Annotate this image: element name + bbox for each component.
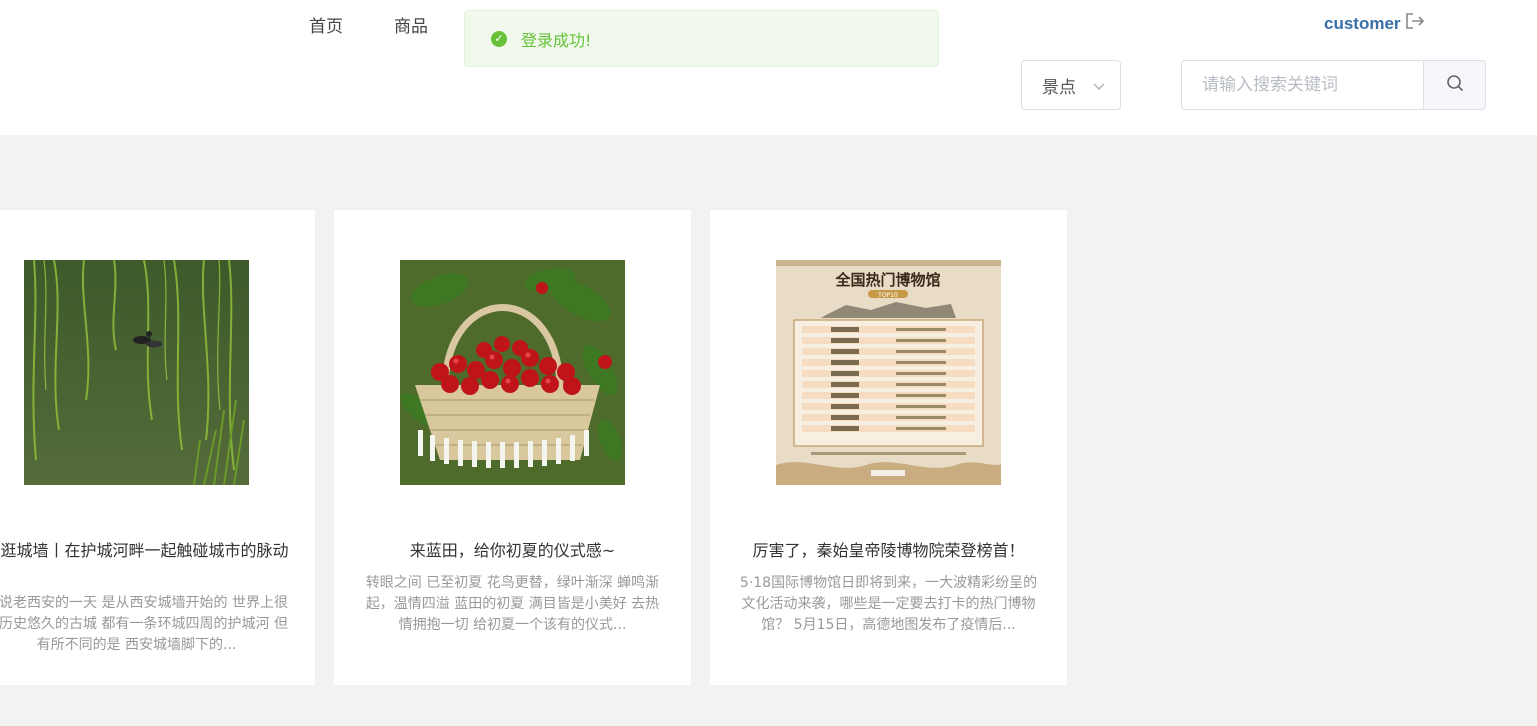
card-image-cherries[interactable]: [400, 260, 625, 485]
search-button[interactable]: [1423, 61, 1485, 109]
category-select-value: 景点: [1042, 77, 1076, 98]
username: customer: [1324, 13, 1401, 33]
logout-icon[interactable]: [1401, 12, 1425, 35]
nav-home[interactable]: 首页: [309, 12, 343, 37]
user-logout-link[interactable]: customer: [1324, 12, 1425, 35]
search-icon: [1446, 74, 1464, 96]
card-image-museum-poster[interactable]: 全国热门博物馆 TOP10: [776, 260, 1001, 485]
card-description: 人说老西安的一天 是从西安城墙开始的 世界上很多历史悠久的古城 都有一条环城四周…: [0, 595, 288, 653]
article-card[interactable]: 东逛城墙丨在护城河畔一起触碰城市的脉动 人说老西安的一天 是从西安城墙开始的 世…: [0, 210, 315, 685]
card-title[interactable]: 东逛城墙丨在护城河畔一起触碰城市的脉动: [0, 540, 295, 562]
article-card[interactable]: 全国热门博物馆 TOP10 厉害了，秦始皇帝陵博物院荣登榜首！ 5·18国际博物…: [710, 210, 1067, 685]
success-toast: ✓ 登录成功!: [464, 10, 939, 67]
card-description: 5·18国际博物馆日即将到来，一大波精彩纷呈的文化活动来袭，哪些是一定要去打卡的…: [739, 575, 1038, 633]
poster-title: 全国热门博物馆: [834, 271, 940, 289]
chevron-down-icon: [1092, 78, 1106, 98]
search-input[interactable]: [1182, 61, 1423, 109]
card-title[interactable]: 来蓝田，给你初夏的仪式感~: [354, 540, 671, 562]
header: 首页 商品 ✓ 登录成功! customer 景点: [0, 0, 1537, 135]
toast-message: 登录成功!: [521, 30, 592, 50]
check-circle-icon: ✓: [491, 30, 507, 47]
poster-subtitle: TOP10: [877, 292, 898, 299]
nav-goods[interactable]: 商品: [394, 12, 428, 37]
article-card[interactable]: 来蓝田，给你初夏的仪式感~ 转眼之间 已至初夏 花鸟更替，绿叶渐深 蝉鸣渐起，温…: [334, 210, 691, 685]
category-select[interactable]: 景点: [1021, 60, 1121, 110]
search-box: [1181, 60, 1486, 110]
card-description: 转眼之间 已至初夏 花鸟更替，绿叶渐深 蝉鸣渐起，温情四溢 蓝田的初夏 满目皆是…: [365, 575, 660, 633]
card-title[interactable]: 厉害了，秦始皇帝陵博物院荣登榜首！: [730, 540, 1047, 562]
card-image-lake[interactable]: [24, 260, 249, 485]
